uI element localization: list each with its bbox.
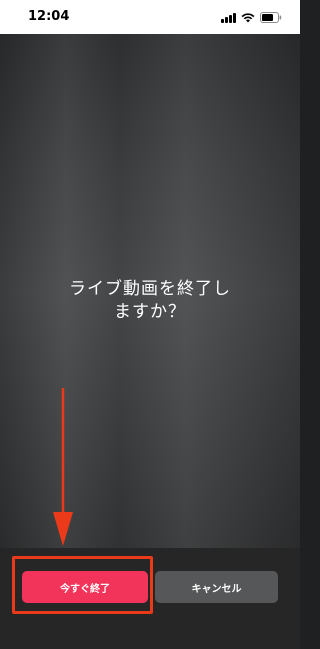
status-bar: 12:04 (0, 0, 300, 34)
end-live-question: ライブ動画を終了し ますか？ (0, 278, 300, 324)
question-line-1: ライブ動画を終了し (69, 279, 231, 299)
down-arrow-icon (53, 388, 73, 546)
status-icons (221, 10, 282, 24)
question-line-2: ますか？ (114, 302, 186, 322)
battery-icon (260, 11, 282, 23)
status-time: 12:04 (28, 9, 70, 24)
annotation-highlight-box (12, 556, 153, 614)
wifi-icon (241, 12, 255, 23)
cancel-button[interactable]: キャンセル (155, 571, 278, 603)
cellular-signal-icon (221, 12, 236, 23)
